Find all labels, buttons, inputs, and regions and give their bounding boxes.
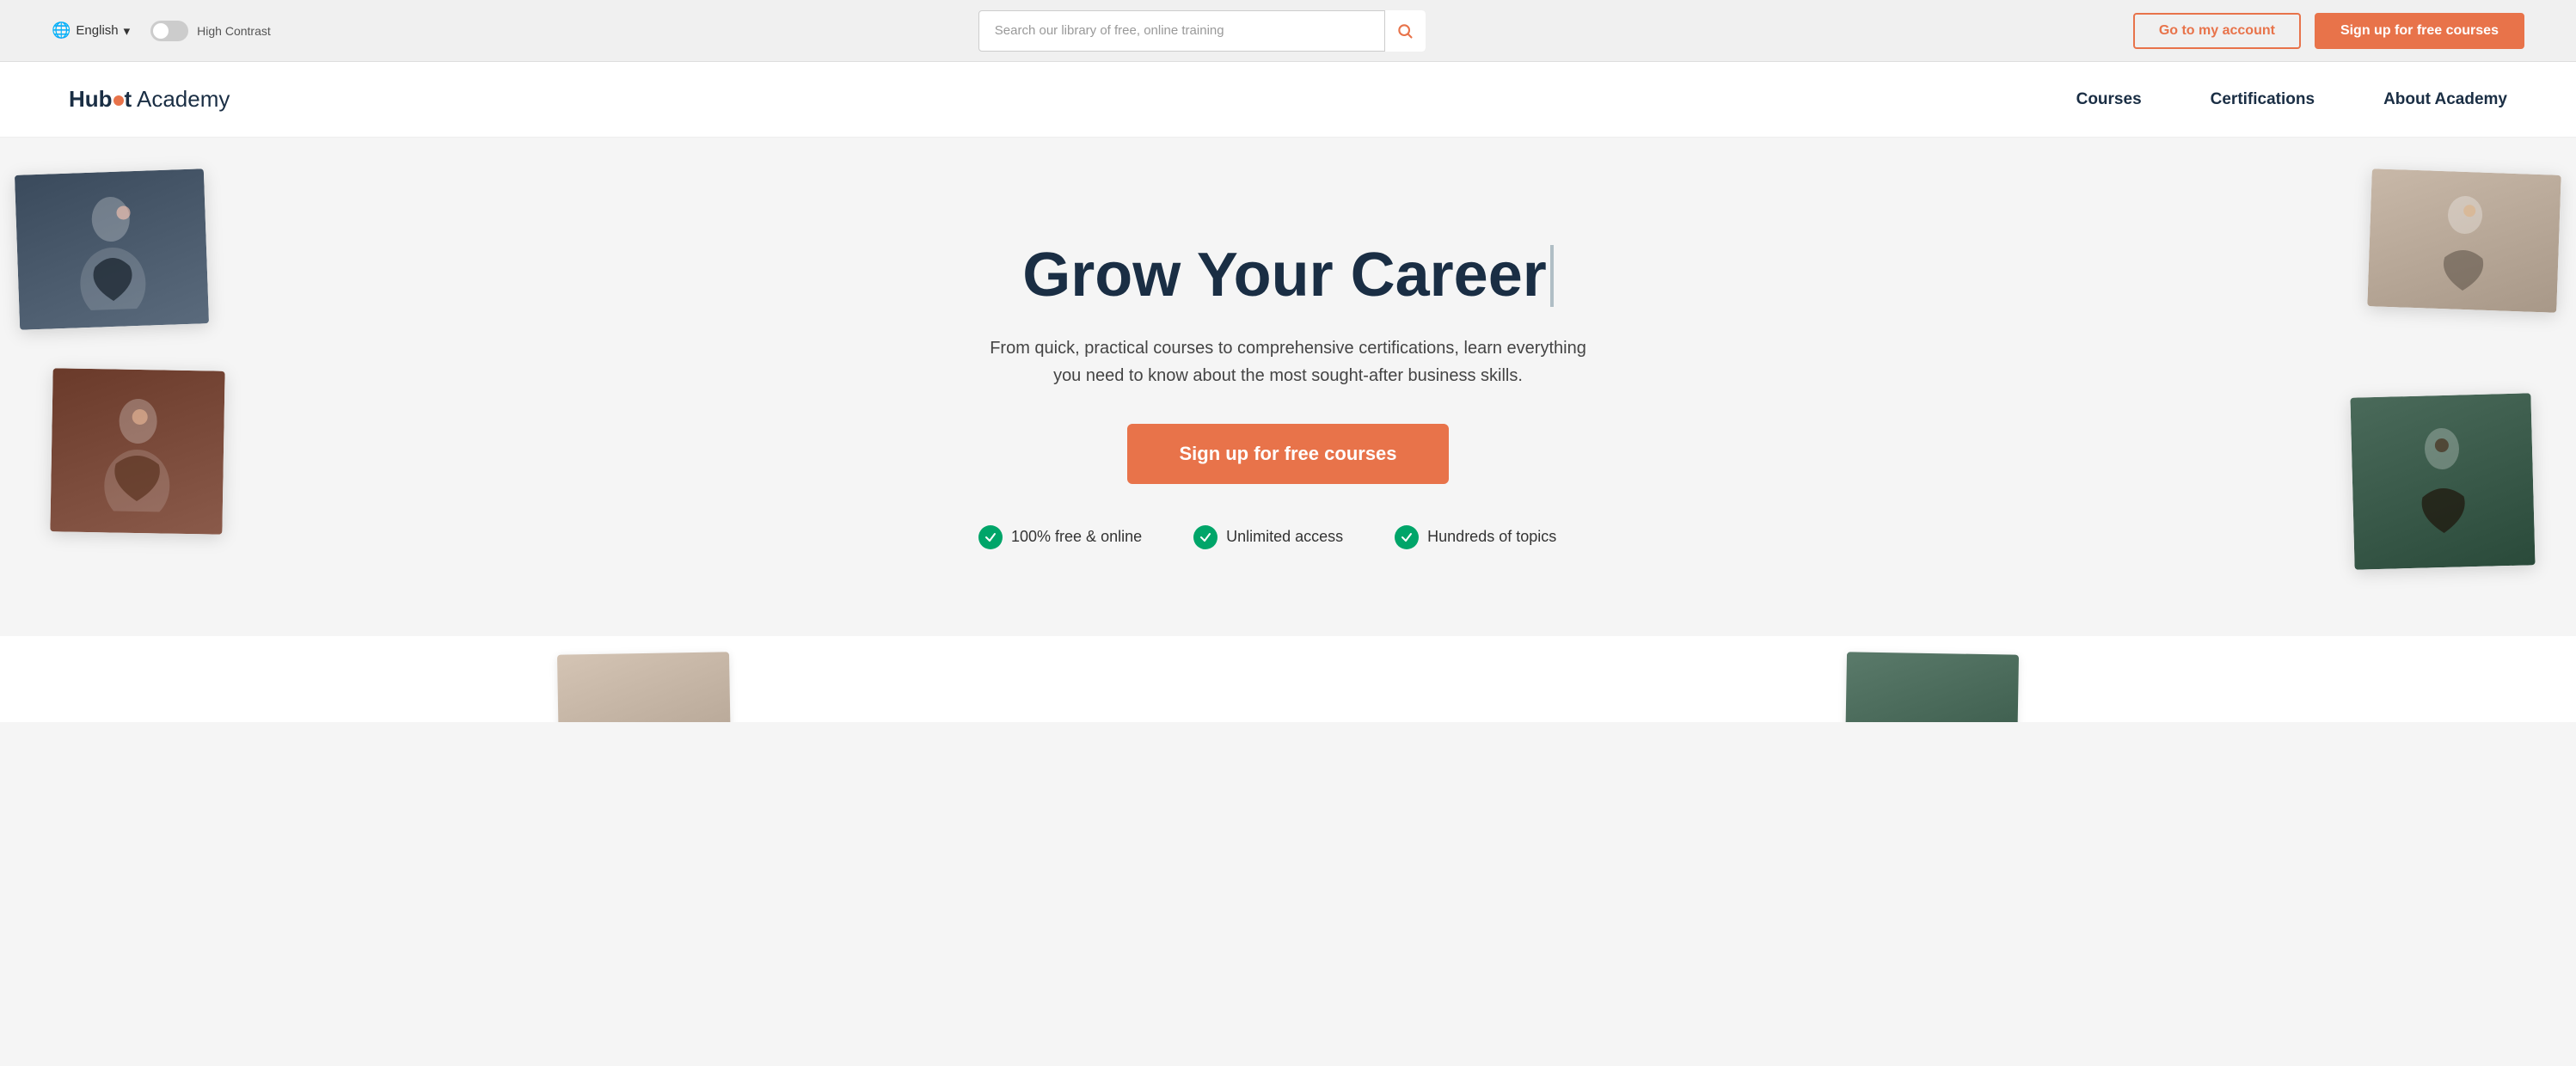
high-contrast-toggle[interactable]: High Contrast	[150, 21, 271, 41]
person-silhouette-3	[2420, 187, 2509, 293]
go-to-account-button[interactable]: Go to my account	[2133, 13, 2301, 49]
hero-title: Grow Your Career	[978, 242, 1598, 309]
cursor-bar	[1550, 245, 1554, 307]
hero-subtitle: From quick, practical courses to compreh…	[978, 334, 1598, 389]
hero-photo-3	[2367, 168, 2561, 313]
signup-top-button[interactable]: Sign up for free courses	[2315, 13, 2524, 49]
features-list: 100% free & online Unlimited access Hund…	[978, 525, 1598, 549]
feature-access: Unlimited access	[1193, 525, 1343, 549]
language-label: English	[76, 23, 118, 38]
check-topics-icon	[1395, 525, 1419, 549]
person-silhouette-1	[67, 187, 157, 310]
hero-photo-4	[2350, 393, 2535, 569]
language-selector[interactable]: 🌐 English ▾	[52, 21, 130, 40]
check-access-icon	[1193, 525, 1217, 549]
search-button[interactable]	[1384, 10, 1426, 52]
nav-certifications[interactable]: Certifications	[2211, 90, 2315, 109]
bottom-peek	[0, 636, 2576, 722]
chevron-down-icon: ▾	[124, 23, 131, 39]
signup-hero-button[interactable]: Sign up for free courses	[1127, 424, 1448, 484]
top-bar-left: 🌐 English ▾ High Contrast	[52, 21, 271, 41]
toggle-switch[interactable]	[150, 21, 188, 41]
search-icon	[1396, 22, 1414, 40]
nav-courses[interactable]: Courses	[2076, 90, 2142, 109]
logo-text: Hubt Academy	[69, 86, 230, 113]
hero-content: Grow Your Career From quick, practical c…	[944, 242, 1632, 548]
feature-access-label: Unlimited access	[1226, 528, 1343, 546]
check-free-icon	[978, 525, 1003, 549]
hero-title-text: Grow Your Career	[1022, 242, 1547, 309]
search-container	[978, 10, 1426, 52]
top-bar-right: Go to my account Sign up for free course…	[2133, 13, 2524, 49]
person-silhouette-2	[94, 390, 181, 512]
search-input[interactable]	[978, 10, 1426, 52]
hero-section: Grow Your Career From quick, practical c…	[0, 138, 2576, 636]
globe-icon: 🌐	[52, 21, 71, 40]
hero-photo-1	[15, 168, 209, 330]
main-nav: Courses Certifications About Academy	[2076, 90, 2507, 109]
person-silhouette-4	[2398, 420, 2487, 543]
feature-topics-label: Hundreds of topics	[1427, 528, 1556, 546]
bottom-photo-left	[557, 652, 731, 722]
logo-hubspot: Hub	[69, 86, 113, 112]
logo-spot: t	[125, 86, 132, 112]
logo[interactable]: Hubt Academy	[69, 86, 230, 113]
bottom-photo-right	[1845, 652, 2019, 722]
feature-free-label: 100% free & online	[1011, 528, 1142, 546]
feature-free: 100% free & online	[978, 525, 1142, 549]
high-contrast-label: High Contrast	[197, 24, 271, 38]
nav-bar: Hubt Academy Courses Certifications Abou…	[0, 62, 2576, 138]
feature-topics: Hundreds of topics	[1395, 525, 1556, 549]
logo-academy: Academy	[132, 86, 230, 112]
nav-about[interactable]: About Academy	[2383, 90, 2507, 109]
logo-dot-icon	[113, 95, 124, 106]
top-bar: 🌐 English ▾ High Contrast Go to my accou…	[0, 0, 2576, 62]
hero-photo-2	[50, 368, 224, 534]
